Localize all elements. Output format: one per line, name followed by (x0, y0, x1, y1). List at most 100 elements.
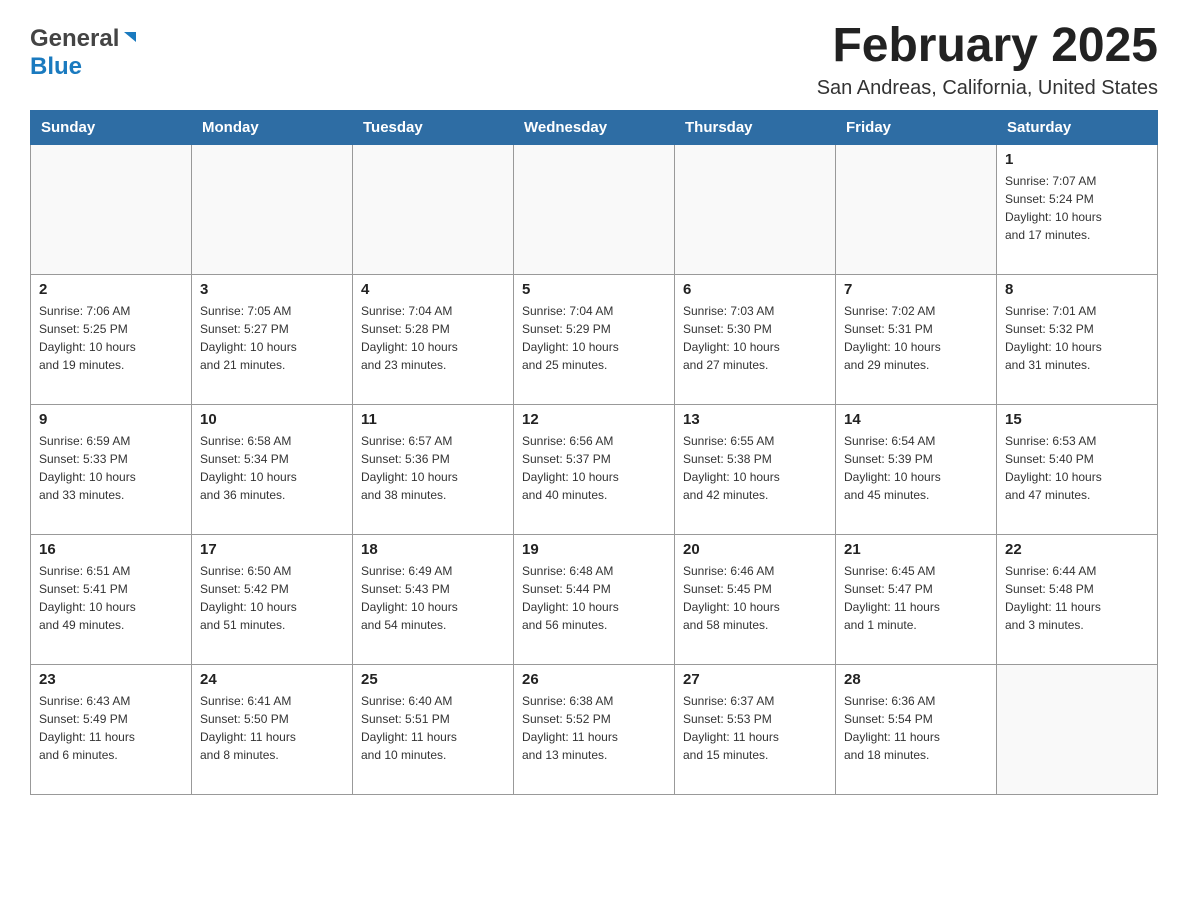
day-number: 26 (522, 671, 666, 688)
day-info: Sunrise: 7:05 AM Sunset: 5:27 PM Dayligh… (200, 302, 344, 374)
calendar-cell: 24 Sunrise: 6:41 AM Sunset: 5:50 PM Dayli… (192, 664, 353, 794)
day-number: 14 (844, 411, 988, 428)
calendar-cell (997, 664, 1158, 794)
calendar-cell (675, 144, 836, 274)
calendar-cell (836, 144, 997, 274)
day-info: Sunrise: 6:46 AM Sunset: 5:45 PM Dayligh… (683, 562, 827, 634)
day-info: Sunrise: 6:54 AM Sunset: 5:39 PM Dayligh… (844, 432, 988, 504)
day-info: Sunrise: 6:55 AM Sunset: 5:38 PM Dayligh… (683, 432, 827, 504)
day-info: Sunrise: 6:37 AM Sunset: 5:53 PM Dayligh… (683, 692, 827, 764)
day-number: 19 (522, 541, 666, 558)
day-info: Sunrise: 6:40 AM Sunset: 5:51 PM Dayligh… (361, 692, 505, 764)
calendar-header-wednesday: Wednesday (514, 110, 675, 144)
calendar-cell: 10 Sunrise: 6:58 AM Sunset: 5:34 PM Dayli… (192, 404, 353, 534)
calendar-cell: 13 Sunrise: 6:55 AM Sunset: 5:38 PM Dayli… (675, 404, 836, 534)
calendar-cell: 14 Sunrise: 6:54 AM Sunset: 5:39 PM Dayli… (836, 404, 997, 534)
day-number: 8 (1005, 281, 1149, 298)
day-number: 21 (844, 541, 988, 558)
day-info: Sunrise: 6:53 AM Sunset: 5:40 PM Dayligh… (1005, 432, 1149, 504)
day-info: Sunrise: 7:01 AM Sunset: 5:32 PM Dayligh… (1005, 302, 1149, 374)
location-title: San Andreas, California, United States (817, 77, 1158, 100)
day-number: 23 (39, 671, 183, 688)
calendar-cell: 25 Sunrise: 6:40 AM Sunset: 5:51 PM Dayli… (353, 664, 514, 794)
calendar-header-saturday: Saturday (997, 110, 1158, 144)
calendar-cell: 1Sunrise: 7:07 AM Sunset: 5:24 PM Daylig… (997, 144, 1158, 274)
day-number: 9 (39, 411, 183, 428)
day-info: Sunrise: 6:48 AM Sunset: 5:44 PM Dayligh… (522, 562, 666, 634)
calendar-cell: 9 Sunrise: 6:59 AM Sunset: 5:33 PM Daylig… (31, 404, 192, 534)
calendar-cell (31, 144, 192, 274)
day-info: Sunrise: 6:59 AM Sunset: 5:33 PM Dayligh… (39, 432, 183, 504)
calendar-cell: 20 Sunrise: 6:46 AM Sunset: 5:45 PM Dayli… (675, 534, 836, 664)
day-info: Sunrise: 7:02 AM Sunset: 5:31 PM Dayligh… (844, 302, 988, 374)
calendar-cell: 3 Sunrise: 7:05 AM Sunset: 5:27 PM Daylig… (192, 274, 353, 404)
calendar-header-sunday: Sunday (31, 110, 192, 144)
calendar-header-friday: Friday (836, 110, 997, 144)
logo: General Blue (30, 20, 138, 81)
calendar-cell (192, 144, 353, 274)
day-number: 3 (200, 281, 344, 298)
calendar-cell (353, 144, 514, 274)
calendar-week-3: 9 Sunrise: 6:59 AM Sunset: 5:33 PM Daylig… (31, 404, 1158, 534)
calendar-cell: 8 Sunrise: 7:01 AM Sunset: 5:32 PM Daylig… (997, 274, 1158, 404)
calendar-cell: 19 Sunrise: 6:48 AM Sunset: 5:44 PM Dayli… (514, 534, 675, 664)
calendar-cell: 7 Sunrise: 7:02 AM Sunset: 5:31 PM Daylig… (836, 274, 997, 404)
day-number: 22 (1005, 541, 1149, 558)
calendar-week-1: 1Sunrise: 7:07 AM Sunset: 5:24 PM Daylig… (31, 144, 1158, 274)
day-info: Sunrise: 6:44 AM Sunset: 5:48 PM Dayligh… (1005, 562, 1149, 634)
calendar-header-thursday: Thursday (675, 110, 836, 144)
calendar-cell: 22 Sunrise: 6:44 AM Sunset: 5:48 PM Dayli… (997, 534, 1158, 664)
calendar-cell: 23 Sunrise: 6:43 AM Sunset: 5:49 PM Dayli… (31, 664, 192, 794)
calendar-cell: 5Sunrise: 7:04 AM Sunset: 5:29 PM Daylig… (514, 274, 675, 404)
title-block: February 2025 San Andreas, California, U… (817, 20, 1158, 100)
day-number: 13 (683, 411, 827, 428)
day-info: Sunrise: 7:06 AM Sunset: 5:25 PM Dayligh… (39, 302, 183, 374)
calendar-cell: 15 Sunrise: 6:53 AM Sunset: 5:40 PM Dayli… (997, 404, 1158, 534)
day-number: 18 (361, 541, 505, 558)
day-info: Sunrise: 6:56 AM Sunset: 5:37 PM Dayligh… (522, 432, 666, 504)
day-number: 16 (39, 541, 183, 558)
day-number: 25 (361, 671, 505, 688)
calendar-cell: 18 Sunrise: 6:49 AM Sunset: 5:43 PM Dayli… (353, 534, 514, 664)
calendar-header-monday: Monday (192, 110, 353, 144)
day-number: 12 (522, 411, 666, 428)
day-info: Sunrise: 6:51 AM Sunset: 5:41 PM Dayligh… (39, 562, 183, 634)
day-info: Sunrise: 6:57 AM Sunset: 5:36 PM Dayligh… (361, 432, 505, 504)
day-info: Sunrise: 6:41 AM Sunset: 5:50 PM Dayligh… (200, 692, 344, 764)
day-info: Sunrise: 6:49 AM Sunset: 5:43 PM Dayligh… (361, 562, 505, 634)
month-title: February 2025 (817, 20, 1158, 73)
calendar-cell: 16 Sunrise: 6:51 AM Sunset: 5:41 PM Dayli… (31, 534, 192, 664)
calendar-week-4: 16 Sunrise: 6:51 AM Sunset: 5:41 PM Dayli… (31, 534, 1158, 664)
day-info: Sunrise: 6:58 AM Sunset: 5:34 PM Dayligh… (200, 432, 344, 504)
day-info: Sunrise: 7:04 AM Sunset: 5:28 PM Dayligh… (361, 302, 505, 374)
day-number: 4 (361, 281, 505, 298)
day-number: 24 (200, 671, 344, 688)
day-number: 15 (1005, 411, 1149, 428)
day-number: 20 (683, 541, 827, 558)
day-number: 28 (844, 671, 988, 688)
day-info: Sunrise: 7:03 AM Sunset: 5:30 PM Dayligh… (683, 302, 827, 374)
calendar-cell: 2 Sunrise: 7:06 AM Sunset: 5:25 PM Daylig… (31, 274, 192, 404)
day-number: 10 (200, 411, 344, 428)
calendar-cell: 27 Sunrise: 6:37 AM Sunset: 5:53 PM Dayli… (675, 664, 836, 794)
day-number: 6 (683, 281, 827, 298)
day-number: 7 (844, 281, 988, 298)
day-info: Sunrise: 6:43 AM Sunset: 5:49 PM Dayligh… (39, 692, 183, 764)
calendar-cell: 4 Sunrise: 7:04 AM Sunset: 5:28 PM Daylig… (353, 274, 514, 404)
calendar-week-5: 23 Sunrise: 6:43 AM Sunset: 5:49 PM Dayli… (31, 664, 1158, 794)
day-number: 5 (522, 281, 666, 298)
logo-general-text: General (30, 25, 119, 53)
day-number: 2 (39, 281, 183, 298)
calendar-cell: 6 Sunrise: 7:03 AM Sunset: 5:30 PM Daylig… (675, 274, 836, 404)
page-header: General Blue February 2025 San Andreas, … (30, 20, 1158, 100)
day-info: Sunrise: 7:07 AM Sunset: 5:24 PM Dayligh… (1005, 172, 1149, 244)
calendar-header-row: SundayMondayTuesdayWednesdayThursdayFrid… (31, 110, 1158, 144)
day-info: Sunrise: 6:36 AM Sunset: 5:54 PM Dayligh… (844, 692, 988, 764)
calendar-week-2: 2 Sunrise: 7:06 AM Sunset: 5:25 PM Daylig… (31, 274, 1158, 404)
calendar-cell: 12 Sunrise: 6:56 AM Sunset: 5:37 PM Dayli… (514, 404, 675, 534)
day-info: Sunrise: 6:50 AM Sunset: 5:42 PM Dayligh… (200, 562, 344, 634)
calendar-cell: 11Sunrise: 6:57 AM Sunset: 5:36 PM Dayli… (353, 404, 514, 534)
calendar-cell: 26Sunrise: 6:38 AM Sunset: 5:52 PM Dayli… (514, 664, 675, 794)
day-number: 27 (683, 671, 827, 688)
day-number: 17 (200, 541, 344, 558)
